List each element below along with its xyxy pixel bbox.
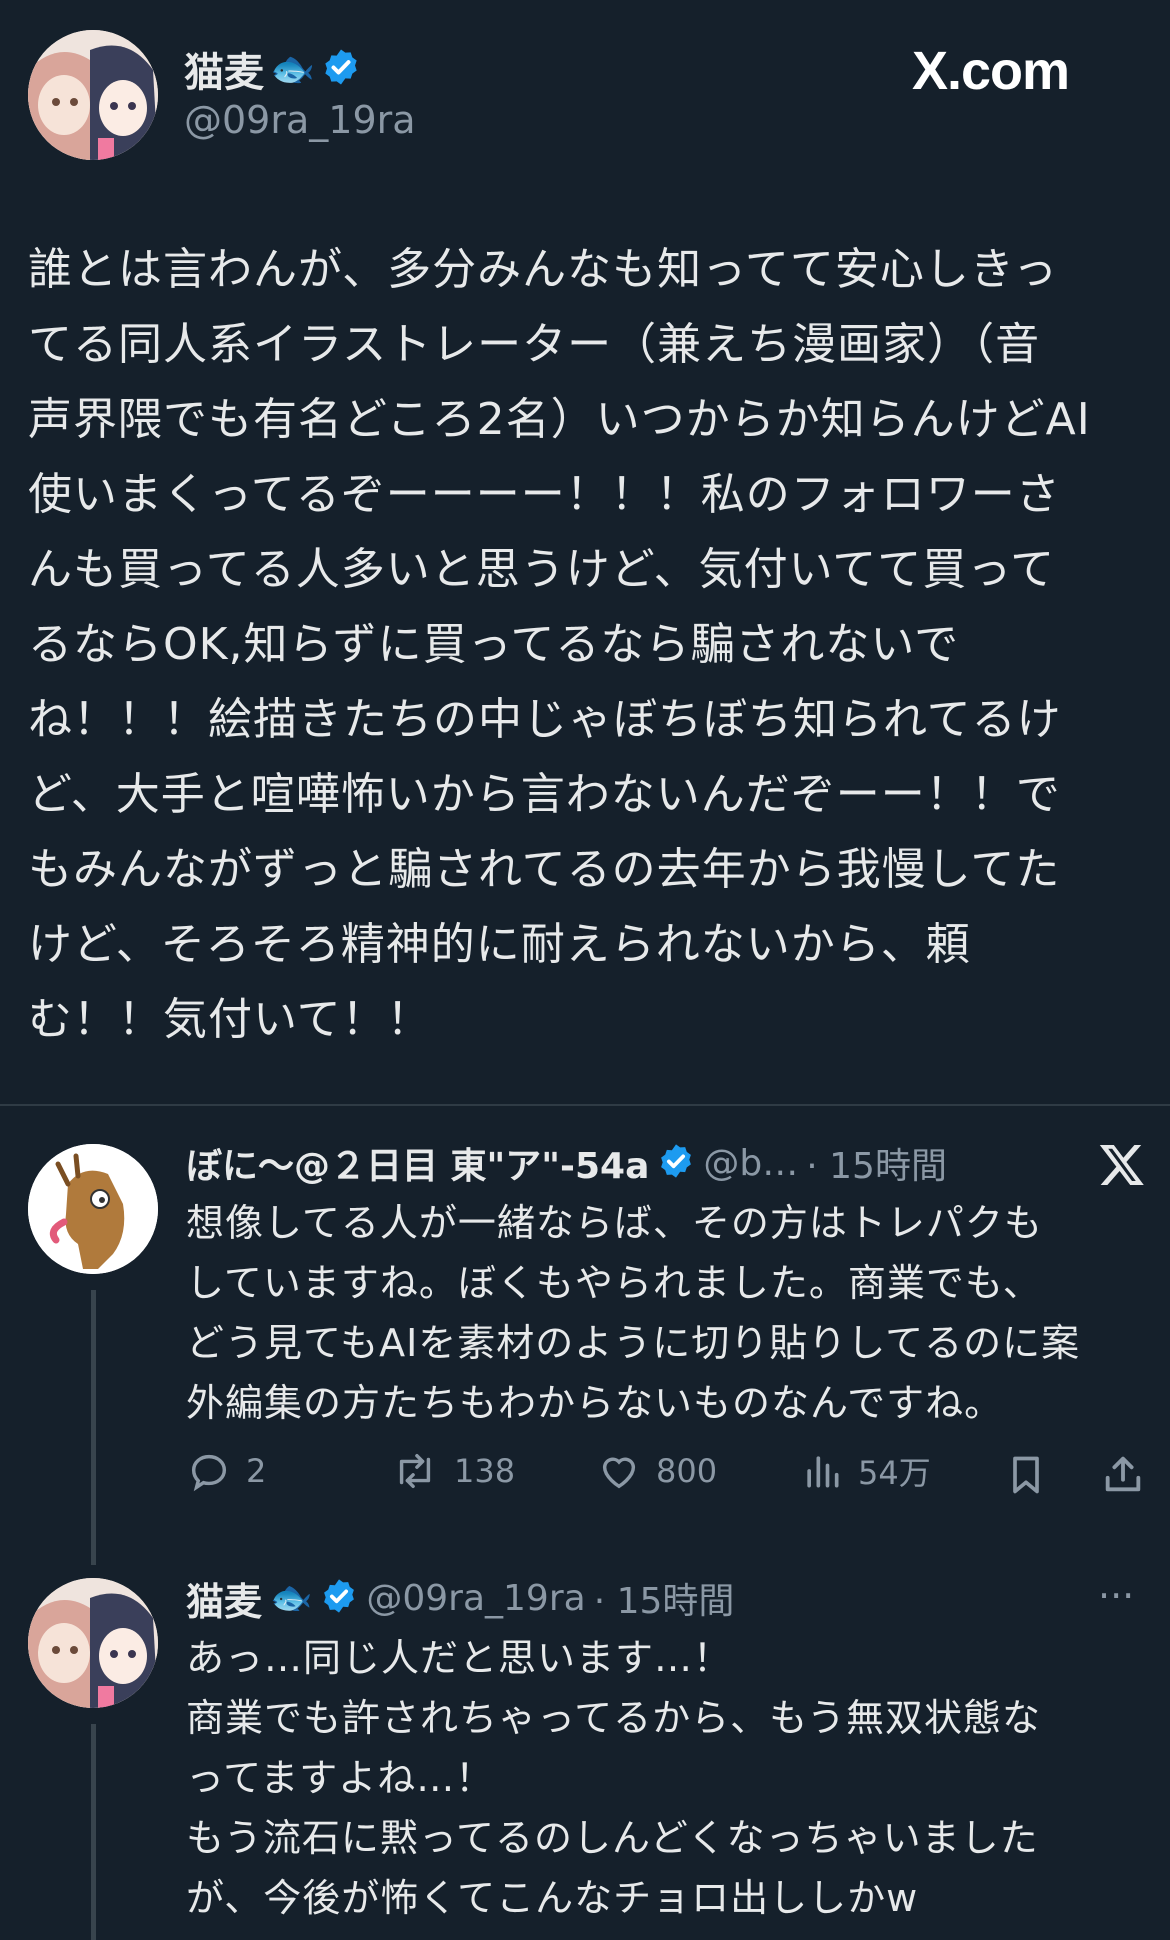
reply2-display-name[interactable]: 猫麦 [186, 1571, 262, 1626]
verified-badge-icon [320, 1577, 358, 1619]
post-divider [0, 1104, 1170, 1106]
reply-bubble-icon [191, 1454, 227, 1492]
views-button[interactable]: 54万 [800, 1448, 931, 1494]
reply1-handle[interactable]: @b… [703, 1143, 798, 1184]
view-count: 54万 [858, 1454, 931, 1492]
x-com-logo-text: X.com [912, 41, 1070, 101]
author-handle[interactable]: @09ra_19ra [184, 98, 416, 142]
author-display-name[interactable]: 猫麦 [184, 40, 264, 98]
more-options-icon[interactable]: ··· [1098, 1574, 1134, 1618]
like-button[interactable]: 800 [596, 1448, 717, 1494]
anime-girls-avatar-image [28, 30, 158, 160]
reply1-text: 想像してる人が一緒ならば、その方はトレパクも していますね。ぼくもやられました。… [186, 1201, 1081, 1425]
reply2-thread-line [91, 1724, 96, 1940]
repost-icon [399, 1453, 431, 1489]
verified-badge-icon [321, 47, 361, 91]
deer-character-avatar-image [28, 1144, 158, 1274]
reply2-handle[interactable]: @09ra_19ra [366, 1578, 585, 1619]
author-name-row: 猫麦 🐟 [184, 40, 361, 98]
anime-girls-avatar-image [28, 1578, 158, 1708]
repost-button[interactable]: 138 [390, 1448, 515, 1494]
reply1-thread-line [91, 1290, 96, 1565]
reply2-text: あっ…同じ人だと思います…！ 商業でも許されちゃってるから、もう無双状態な って… [186, 1636, 1041, 1920]
reply2-header: 猫麦 🐟 @09ra_19ra · 15時間 [186, 1570, 1116, 1626]
reply-button[interactable]: 2 [186, 1448, 266, 1494]
repost-count: 138 [454, 1452, 516, 1490]
reply1-avatar[interactable] [28, 1144, 158, 1274]
author-avatar[interactable] [28, 30, 158, 160]
x-com-logo: X.com [912, 40, 1070, 102]
x-logo-icon[interactable] [1098, 1140, 1146, 1188]
reply2-avatar[interactable] [28, 1578, 158, 1708]
share-icon[interactable] [1100, 1450, 1146, 1502]
main-post-text: 誰とは言わんが、多分みんなも知ってて安心しきっ てる同人系イラストレーター（兼え… [28, 244, 1091, 1045]
reply1-header: ぼに～@２日目 東"ア"-54a @b… · 15時間 [186, 1136, 1106, 1190]
fish-emoji: 🐟 [270, 49, 315, 90]
reply-count: 2 [246, 1452, 267, 1490]
like-count: 800 [656, 1452, 718, 1490]
fish-emoji: 🐟 [270, 1578, 313, 1618]
reply1-timestamp[interactable]: · 15時間 [806, 1137, 947, 1189]
reply1-display-name[interactable]: ぼに～@２日目 東"ア"-54a [186, 1137, 649, 1189]
bookmark-icon[interactable] [1004, 1452, 1048, 1502]
verified-badge-icon [657, 1142, 695, 1184]
bar-chart-icon [807, 1456, 839, 1488]
heart-icon [602, 1457, 636, 1489]
reply2-timestamp[interactable]: · 15時間 [594, 1572, 735, 1624]
